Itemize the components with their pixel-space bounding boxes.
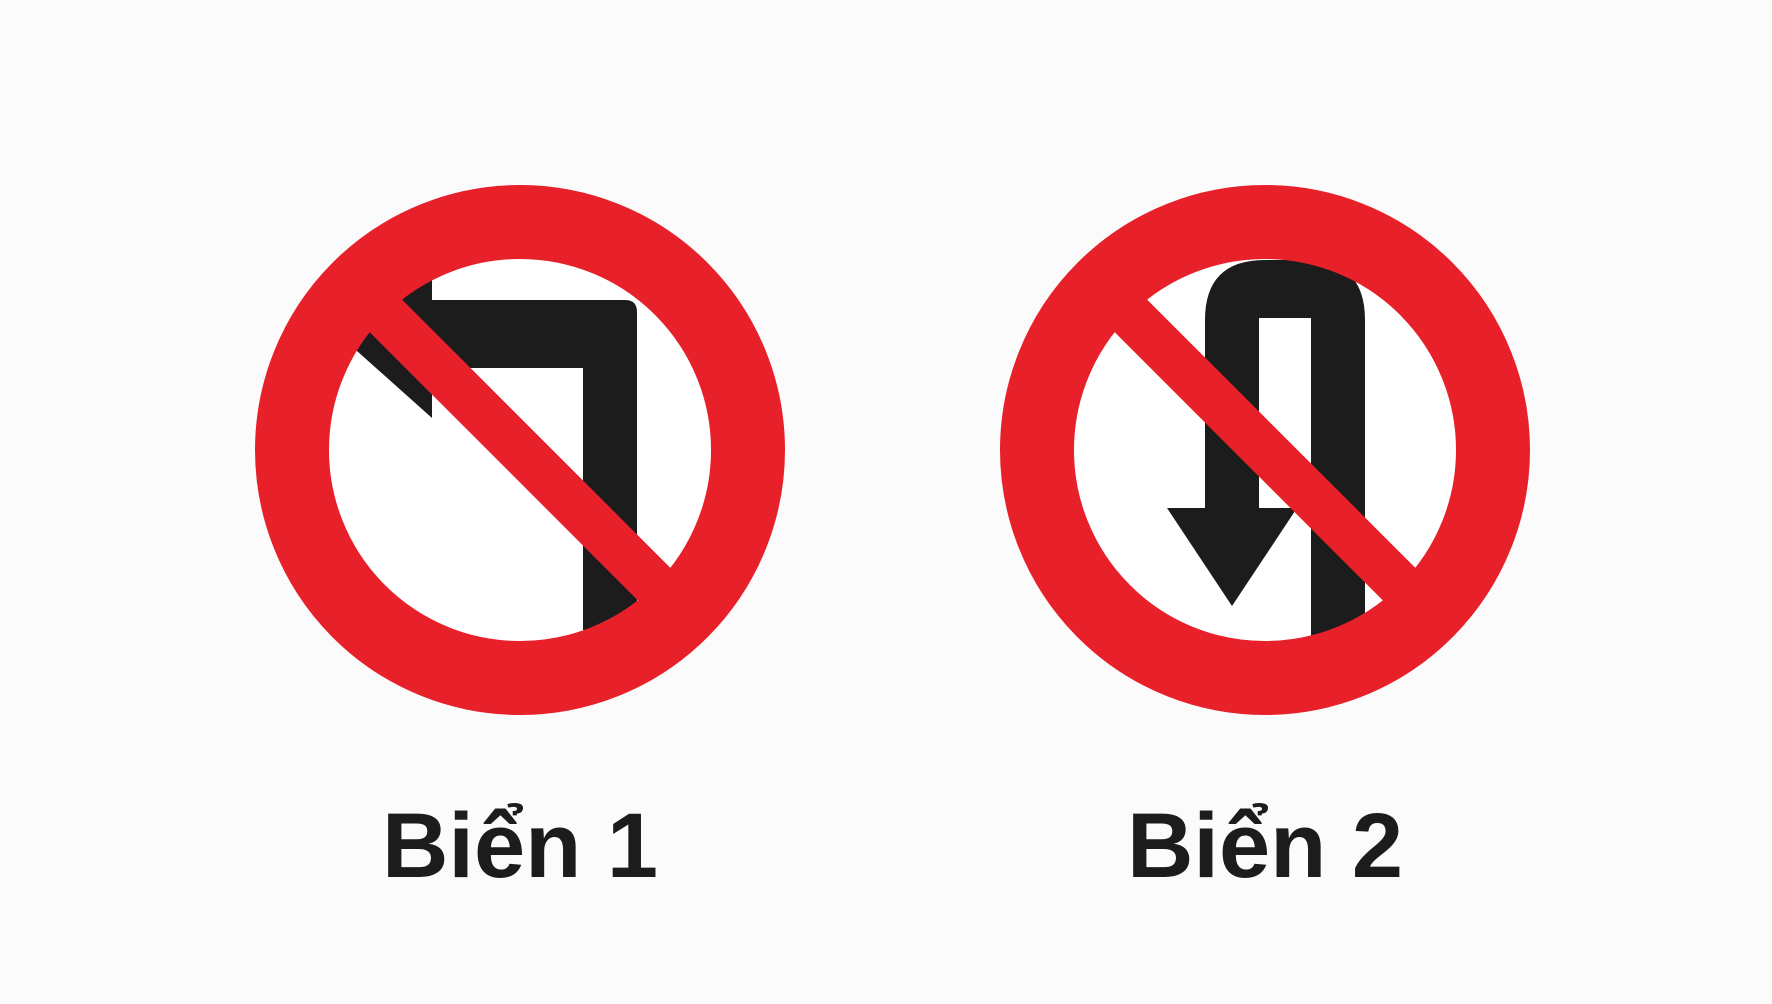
- canvas: Biển 1 Biển 2: [0, 0, 1772, 1004]
- no-left-turn-sign: [210, 140, 830, 760]
- no-u-turn-sign: [955, 140, 1575, 760]
- no-left-turn-icon: [255, 185, 785, 715]
- sign-1-caption: Biển 1: [381, 795, 659, 897]
- no-u-turn-icon: [1000, 185, 1530, 715]
- sign-2-caption: Biển 2: [1126, 795, 1404, 897]
